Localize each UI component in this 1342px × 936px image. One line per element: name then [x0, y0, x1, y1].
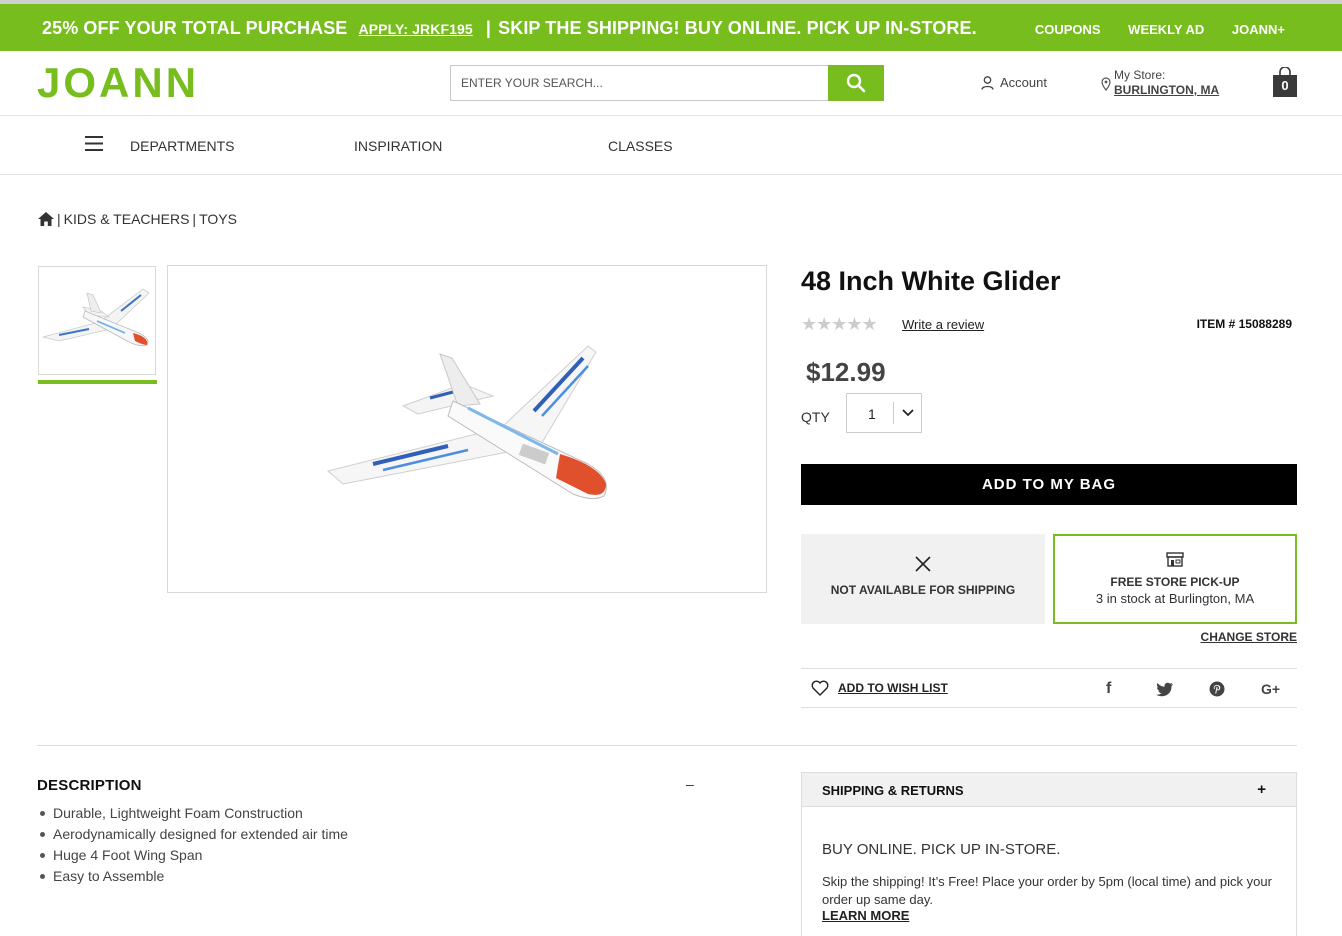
- product-title: 48 Inch White Glider: [801, 266, 1061, 296]
- glider-thumbnail-image: [41, 288, 150, 347]
- add-to-bag-button[interactable]: ADD TO MY BAG: [801, 464, 1297, 505]
- account-link[interactable]: Account: [981, 75, 1047, 90]
- list-item: Aerodynamically designed for extended ai…: [40, 824, 348, 845]
- search-button[interactable]: [828, 65, 884, 101]
- product-price: $12.99: [806, 357, 886, 387]
- list-item-text: Aerodynamically designed for extended ai…: [53, 826, 348, 842]
- bag-count: 0: [1273, 75, 1297, 97]
- breadcrumb-divider: |: [57, 211, 61, 227]
- list-item-text: Easy to Assemble: [53, 868, 165, 884]
- breadcrumb: | KIDS & TEACHERS | TOYS: [38, 211, 237, 227]
- promo-main-text: 25% OFF YOUR TOTAL PURCHASE: [42, 18, 348, 38]
- list-item: Easy to Assemble: [40, 866, 348, 887]
- pickup-stock: 3 in stock at Burlington, MA: [1095, 591, 1255, 606]
- product-thumbnail[interactable]: [38, 266, 156, 375]
- pickup-label: FREE STORE PICK-UP: [1110, 575, 1240, 589]
- glider-product-image: [326, 345, 607, 500]
- promo-bar: 25% OFF YOUR TOTAL PURCHASE APPLY: JRKF1…: [0, 0, 1342, 51]
- thumbnail-selected-indicator: [38, 380, 157, 384]
- shipping-returns-panel: SHIPPING & RETURNS + BUY ONLINE. PICK UP…: [801, 772, 1297, 936]
- close-icon: [915, 556, 931, 572]
- utility-links: COUPONS WEEKLY AD JOANN+: [1011, 22, 1285, 37]
- description-list: Durable, Lightweight Foam Construction A…: [40, 803, 348, 887]
- add-to-wishlist-link[interactable]: ADD TO WISH LIST: [811, 680, 948, 696]
- store-pickup-option[interactable]: FREE STORE PICK-UP 3 in stock at Burling…: [1053, 534, 1297, 624]
- promo-separator: |: [485, 18, 492, 38]
- weekly-ad-link[interactable]: WEEKLY AD: [1128, 22, 1204, 37]
- nav-departments[interactable]: DEPARTMENTS: [130, 138, 235, 154]
- home-icon[interactable]: [38, 212, 54, 226]
- write-review-link[interactable]: Write a review: [902, 317, 984, 332]
- breadcrumb-divider: |: [192, 211, 197, 227]
- pinterest-icon[interactable]: [1209, 681, 1225, 697]
- learn-more-link[interactable]: LEARN MORE: [822, 908, 909, 923]
- search-icon: [846, 73, 866, 93]
- storefront-icon: [1166, 552, 1184, 567]
- wishlist-share-row: ADD TO WISH LIST f G+: [801, 668, 1297, 708]
- promo-shipping-text[interactable]: SKIP THE SHIPPING! BUY ONLINE. PICK UP I…: [498, 18, 977, 38]
- search-bar: [450, 65, 884, 101]
- joann-plus-link[interactable]: JOANN+: [1232, 22, 1285, 37]
- shipping-returns-heading: SHIPPING & RETURNS: [822, 783, 964, 798]
- breadcrumb-toys[interactable]: TOYS: [199, 211, 237, 227]
- account-label: Account: [1000, 75, 1047, 90]
- list-item-text: Huge 4 Foot Wing Span: [53, 847, 203, 863]
- list-item: Durable, Lightweight Foam Construction: [40, 803, 348, 824]
- description-heading[interactable]: DESCRIPTION: [37, 777, 142, 794]
- site-header: JOANN Account My Store: BURLINGTON, MA 0: [0, 51, 1342, 116]
- quantity-value: 1: [868, 406, 876, 422]
- list-item-text: Durable, Lightweight Foam Construction: [53, 805, 303, 821]
- product-main-image[interactable]: [167, 265, 767, 593]
- bopis-heading: BUY ONLINE. PICK UP IN-STORE.: [822, 841, 1061, 858]
- google-plus-icon[interactable]: G+: [1261, 681, 1280, 697]
- hamburger-menu-icon[interactable]: [85, 136, 103, 151]
- quantity-label: QTY: [801, 409, 830, 425]
- wishlist-label: ADD TO WISH LIST: [838, 681, 948, 695]
- shipping-returns-header[interactable]: SHIPPING & RETURNS +: [802, 773, 1296, 807]
- shopping-bag[interactable]: 0: [1273, 67, 1297, 97]
- search-input[interactable]: [451, 66, 829, 100]
- shipping-status: NOT AVAILABLE FOR SHIPPING: [830, 583, 1016, 597]
- bullet-icon: [40, 811, 45, 816]
- bullet-icon: [40, 874, 45, 879]
- bullet-icon: [40, 853, 45, 858]
- item-number: ITEM # 15088289: [1196, 317, 1292, 331]
- promo-apply-code-link[interactable]: APPLY: JRKF195: [359, 21, 473, 37]
- shipping-option: NOT AVAILABLE FOR SHIPPING: [801, 534, 1045, 624]
- store-label: My Store:: [1114, 68, 1166, 82]
- star-rating: ★★★★★: [801, 314, 878, 334]
- store-value-link[interactable]: BURLINGTON, MA: [1114, 83, 1219, 97]
- facebook-icon[interactable]: f: [1106, 680, 1111, 698]
- list-item: Huge 4 Foot Wing Span: [40, 845, 348, 866]
- heart-icon: [811, 680, 829, 696]
- twitter-icon[interactable]: [1156, 682, 1174, 697]
- joann-logo[interactable]: JOANN: [37, 62, 199, 104]
- description-collapse-toggle[interactable]: –: [686, 776, 694, 792]
- nav-inspiration[interactable]: INSPIRATION: [354, 138, 442, 154]
- nav-classes[interactable]: CLASSES: [608, 138, 673, 154]
- chevron-down-icon: [902, 409, 914, 417]
- bopis-body: Skip the shipping! It’s Free! Place your…: [822, 874, 1272, 907]
- expand-toggle[interactable]: +: [1257, 781, 1266, 798]
- change-store-link[interactable]: CHANGE STORE: [1201, 630, 1297, 644]
- coupons-link[interactable]: COUPONS: [1035, 22, 1101, 37]
- section-divider: [37, 745, 1297, 746]
- quantity-select[interactable]: 1: [846, 393, 922, 433]
- promo-message: 25% OFF YOUR TOTAL PURCHASE APPLY: JRKF1…: [42, 18, 977, 39]
- main-nav: DEPARTMENTS INSPIRATION CLASSES: [0, 116, 1342, 175]
- quantity-dropdown-toggle[interactable]: [893, 402, 922, 424]
- user-icon: [981, 75, 994, 90]
- breadcrumb-kids-teachers[interactable]: KIDS & TEACHERS: [64, 211, 190, 227]
- location-pin-icon: [1101, 77, 1111, 91]
- bullet-icon: [40, 832, 45, 837]
